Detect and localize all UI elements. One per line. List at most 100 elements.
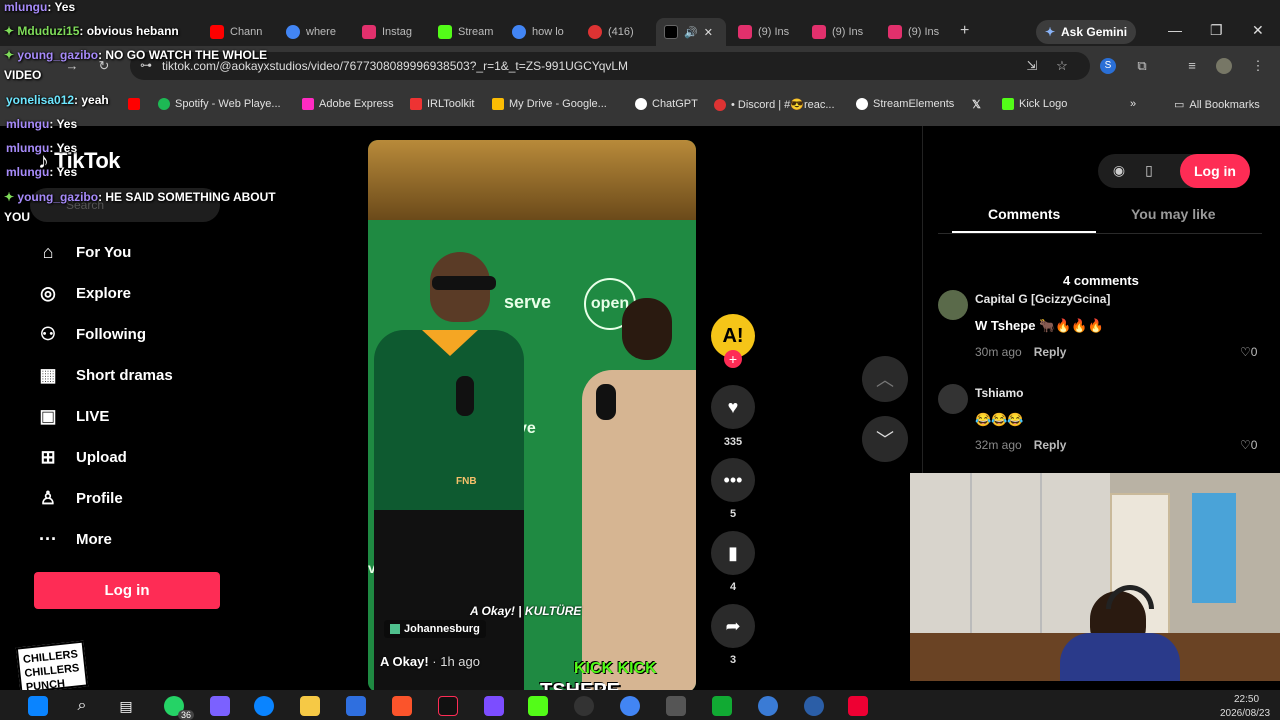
heart-outline-icon: ♡: [1240, 438, 1251, 452]
star-icon[interactable]: ☆: [1054, 58, 1070, 74]
microphone: [596, 384, 616, 420]
coin-icon[interactable]: ◉: [1110, 162, 1128, 180]
bookmark-item[interactable]: • Discord | #😎reac...: [714, 98, 835, 111]
panel-divider: [922, 126, 923, 474]
install-icon[interactable]: ⇲: [1024, 58, 1040, 74]
video-player[interactable]: serve open ve ve FNB A Okay! | KULTÜRE J…: [368, 140, 696, 692]
comment-author[interactable]: Tshiamo: [975, 386, 1023, 400]
obs-icon[interactable]: [574, 696, 594, 716]
bookmark-item[interactable]: ChatGPT: [635, 98, 698, 110]
stacks-icon[interactable]: [484, 696, 504, 716]
bookmark-item[interactable]: Kick Logo: [1002, 98, 1067, 110]
comment-button[interactable]: •••: [711, 458, 755, 502]
bookmark-item[interactable]: Adobe Express: [302, 98, 394, 110]
close-window-icon[interactable]: ✕: [1252, 22, 1264, 39]
task-view-icon[interactable]: ▤: [116, 696, 136, 716]
nav-upload[interactable]: ⊞ Upload: [36, 442, 126, 472]
comment-text: 😂😂😂: [975, 412, 1024, 427]
comment-author[interactable]: Capital G [GcizzyGcina]: [975, 292, 1110, 306]
avatar[interactable]: [938, 290, 968, 320]
chrome-icon[interactable]: [620, 696, 640, 716]
file-explorer-icon[interactable]: [300, 696, 320, 716]
restore-icon[interactable]: ❐: [1210, 22, 1223, 39]
kick-app-icon[interactable]: [528, 696, 548, 716]
avatar[interactable]: [938, 384, 968, 414]
like-button[interactable]: ♥: [711, 385, 755, 429]
app-icon[interactable]: [758, 696, 778, 716]
nav-following[interactable]: ⚇ Following: [36, 319, 146, 349]
search-icon[interactable]: ⌕: [72, 696, 92, 716]
browser-tab-active[interactable]: 🔊 ✕: [656, 18, 726, 46]
instagram-icon: [812, 25, 826, 39]
new-tab-icon[interactable]: +: [960, 22, 969, 40]
minimize-icon[interactable]: —: [1168, 22, 1182, 38]
copilot-icon[interactable]: [210, 696, 230, 716]
browser-tab[interactable]: (9) Ins: [738, 18, 804, 46]
all-bookmarks[interactable]: ▭ All Bookmarks: [1174, 98, 1260, 112]
more-icon: ···: [39, 528, 57, 549]
film-icon: ▦: [39, 364, 57, 385]
login-button[interactable]: Log in: [34, 572, 220, 609]
app-icon[interactable]: [712, 696, 732, 716]
tiktok-app-icon[interactable]: [438, 696, 458, 716]
browser-tab[interactable]: (416): [588, 18, 650, 46]
speaker-icon[interactable]: 🔊: [684, 26, 698, 39]
folder-icon: ▭: [1174, 99, 1185, 111]
follow-plus-icon[interactable]: +: [724, 350, 742, 368]
nav-explore[interactable]: ◎ Explore: [36, 278, 131, 308]
scroll-down-button[interactable]: ﹀: [862, 416, 908, 462]
more-bookmarks-icon[interactable]: »: [1130, 98, 1136, 110]
bookmark-item[interactable]: Spotify - Web Playe...: [158, 98, 281, 110]
bookmark-button[interactable]: ▮: [711, 531, 755, 575]
app-icon[interactable]: [804, 696, 824, 716]
reply-button[interactable]: Reply: [1034, 345, 1067, 359]
browser-tab[interactable]: Chann: [210, 18, 276, 46]
puzzle-icon[interactable]: ⧉: [1134, 58, 1150, 74]
app-icon[interactable]: [666, 696, 686, 716]
profile-avatar-icon[interactable]: [1216, 58, 1232, 74]
bookmark-item[interactable]: My Drive - Google...: [492, 98, 607, 110]
reply-button[interactable]: Reply: [1034, 438, 1067, 452]
nav-profile[interactable]: ♙ Profile: [36, 483, 123, 513]
menu-icon[interactable]: ⋮: [1250, 58, 1266, 74]
share-button[interactable]: ➦: [711, 604, 755, 648]
ask-gemini-button[interactable]: ✦ Ask Gemini: [1036, 20, 1136, 44]
location-tag[interactable]: Johannesburg: [384, 620, 486, 638]
home-icon: ⌂: [42, 241, 54, 262]
device-icon[interactable]: ▯: [1140, 162, 1158, 180]
browser-tab[interactable]: (9) Ins: [888, 18, 954, 46]
banner-word: serve: [504, 292, 552, 312]
outlook-icon[interactable]: [346, 696, 366, 716]
share-count: 3: [729, 654, 737, 666]
bookmark-item[interactable]: StreamElements: [856, 98, 954, 110]
close-tab-icon[interactable]: ✕: [704, 26, 713, 39]
browser-tab[interactable]: how lo: [512, 18, 578, 46]
extension-icon[interactable]: S: [1100, 58, 1116, 74]
tab-you-may-like[interactable]: You may like: [1131, 206, 1216, 222]
bookmark-x[interactable]: 𝕏: [972, 98, 981, 111]
browser-tab[interactable]: (9) Ins: [812, 18, 878, 46]
browser-tab[interactable]: Stream: [438, 18, 504, 46]
brave-icon[interactable]: [392, 696, 412, 716]
nav-more[interactable]: ··· More: [36, 524, 112, 554]
nav-short-dramas[interactable]: ▦ Short dramas: [36, 360, 172, 390]
clock-time[interactable]: 22:50: [1234, 694, 1259, 705]
nav-for-you[interactable]: ⌂ For You: [36, 237, 132, 267]
header-login-button[interactable]: Log in: [1180, 154, 1250, 188]
bookmark-item[interactable]: IRLToolkit: [410, 98, 474, 110]
comment-like[interactable]: ♡0: [1240, 438, 1257, 452]
maps-pin-icon[interactable]: [848, 696, 868, 716]
scroll-up-button[interactable]: ︿: [862, 356, 908, 402]
tab-comments[interactable]: Comments: [988, 206, 1060, 222]
start-icon[interactable]: [28, 696, 48, 716]
url-bar[interactable]: ⊶ tiktok.com/@aokayxstudios/video/767730…: [130, 52, 1090, 80]
video-author[interactable]: A Okay! · 1h ago: [380, 654, 480, 669]
nav-live[interactable]: ▣ LIVE: [36, 401, 109, 431]
browser-tab[interactable]: Instag: [362, 18, 428, 46]
media-icon[interactable]: ≡: [1184, 58, 1200, 74]
browser-tab[interactable]: where: [286, 18, 352, 46]
edge-icon[interactable]: [254, 696, 274, 716]
bookmark-youtube[interactable]: [128, 98, 140, 110]
video-ceiling: [368, 140, 696, 220]
comment-like[interactable]: ♡0: [1240, 345, 1257, 359]
